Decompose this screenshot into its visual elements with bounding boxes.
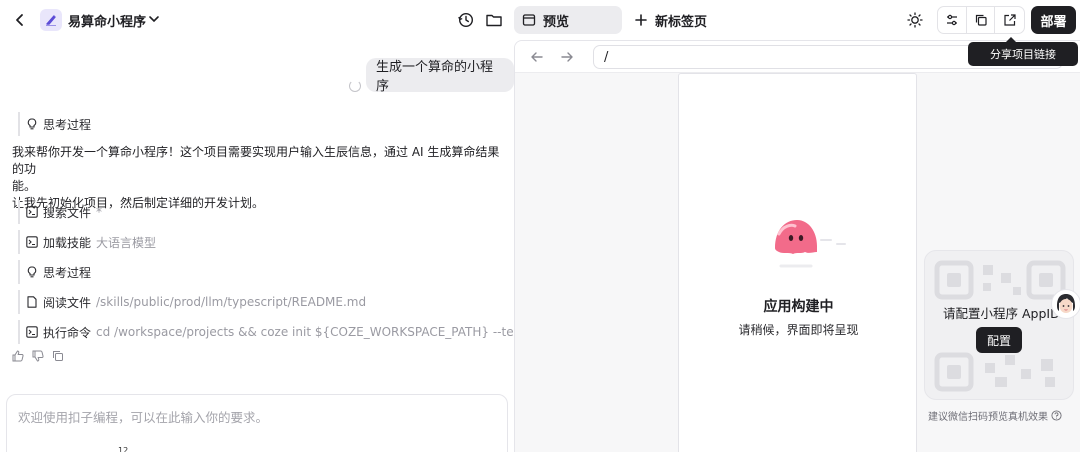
small-counter: 12: [118, 446, 129, 452]
tab-preview[interactable]: 预览: [514, 6, 622, 34]
app-logo-icon: [40, 9, 62, 31]
toolbar-group: [937, 6, 1025, 34]
arrow-right-icon[interactable]: [559, 49, 575, 65]
chat-panel: 生成一个算命的小程序 思考过程 我来帮你开发一个算命小程序！这个项目需要实现用户…: [0, 40, 548, 452]
chat-input-placeholder: 欢迎使用扣子编程，可以在此输入你的要求。: [18, 410, 269, 425]
terminal-icon: [26, 326, 38, 338]
step-arg: cd /workspace/projects && coze init ${CO…: [96, 325, 548, 339]
new-tab-button[interactable]: 新标签页: [634, 6, 707, 34]
step-label: 加载技能: [43, 235, 92, 250]
help-icon[interactable]: [1051, 410, 1062, 421]
step-label: 搜索文件: [43, 205, 92, 220]
share-link-tooltip: 分享项目链接: [968, 37, 1078, 66]
qr-hint: 建议微信扫码预览真机效果: [928, 408, 1062, 423]
qr-code-icon: [934, 260, 1066, 392]
copy-icon[interactable]: [52, 350, 64, 362]
step-run-command[interactable]: 执行命令 cd /workspace/projects && coze init…: [18, 320, 548, 344]
terminal-icon: [26, 206, 38, 218]
new-tab-label: 新标签页: [655, 14, 708, 30]
chat-input[interactable]: 欢迎使用扣子编程，可以在此输入你的要求。: [6, 394, 508, 452]
qr-code-card: 请配置小程序 AppID 配置: [924, 250, 1074, 400]
configure-button[interactable]: 配置: [976, 327, 1022, 353]
thumbs-down-icon[interactable]: [32, 350, 44, 362]
ghost-mascot-icon: [775, 220, 846, 268]
thumbs-up-icon[interactable]: [12, 350, 24, 362]
arrow-left-icon[interactable]: [529, 49, 545, 65]
step-load-skill[interactable]: 加载技能 大语言模型: [18, 230, 156, 254]
folder-icon[interactable]: [485, 11, 503, 29]
loading-spinner-icon: [349, 80, 361, 92]
phone-preview-frame: 应用构建中 请稍候，界面即将呈现: [678, 73, 917, 452]
feedback-bar: [12, 350, 64, 362]
build-status-subtitle: 请稍候，界面即将呈现: [738, 323, 859, 337]
user-message-bubble: 生成一个算命的小程序: [366, 58, 514, 94]
browser-window-icon: [522, 14, 536, 26]
lightbulb-icon: [27, 266, 37, 278]
qr-hint-text: 建议微信扫码预览真机效果: [928, 412, 1048, 423]
step-arg: *: [96, 205, 103, 219]
step-label: 思考过程: [43, 117, 92, 132]
qr-config-message: 请配置小程序 AppID: [943, 306, 1060, 321]
project-title[interactable]: 易算命小程序: [68, 11, 146, 30]
step-thinking-2[interactable]: 思考过程: [18, 260, 91, 284]
step-arg: /skills/public/prod/llm/typescript/READM…: [96, 295, 367, 309]
share-external-icon[interactable]: [995, 7, 1024, 33]
copy-icon[interactable]: [967, 7, 996, 33]
preview-panel: / 应用构建中 请稍候，界面即将呈现 请配置小程序 AppID 配置 建议微信扫…: [514, 40, 1080, 452]
settings-sliders-icon[interactable]: [938, 7, 967, 33]
assistant-avatar[interactable]: [1051, 289, 1080, 319]
assistant-line-2: 能。: [12, 179, 37, 193]
top-bar: 易算命小程序 预览 新标签页 部署: [0, 0, 1080, 40]
step-label: 执行命令: [43, 325, 92, 340]
deploy-button[interactable]: 部署: [1031, 6, 1076, 34]
step-search-files[interactable]: 搜索文件 *: [18, 200, 102, 224]
step-read-file[interactable]: 阅读文件 /skills/public/prod/llm/typescript/…: [18, 290, 366, 314]
file-icon: [27, 296, 37, 308]
step-thinking-1[interactable]: 思考过程: [18, 112, 91, 136]
theme-sun-icon[interactable]: [905, 10, 925, 30]
step-arg: 大语言模型: [96, 235, 157, 250]
history-icon[interactable]: [457, 11, 475, 29]
chevron-down-icon[interactable]: [147, 12, 161, 26]
step-label: 阅读文件: [43, 295, 92, 310]
back-icon[interactable]: [10, 10, 30, 30]
step-label: 思考过程: [43, 265, 92, 280]
build-status-title: 应用构建中: [763, 299, 834, 315]
plus-icon: [635, 14, 647, 26]
tab-preview-label: 预览: [543, 14, 570, 30]
lightbulb-icon: [27, 118, 37, 130]
terminal-icon: [26, 236, 38, 248]
assistant-line-1: 我来帮你开发一个算命小程序！这个项目需要实现用户输入生辰信息，通过 AI 生成算…: [12, 145, 500, 176]
